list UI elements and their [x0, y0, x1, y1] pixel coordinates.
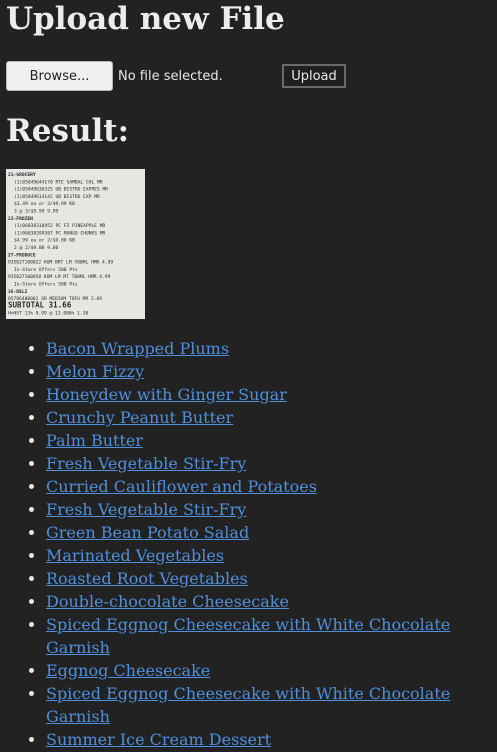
recipe-link[interactable]: Spiced Eggnog Cheesecake with White Choc…: [46, 684, 450, 726]
receipt-photo: 21-GROCERY(1)05849644170 RTE SAMBAL CHL …: [6, 169, 145, 319]
list-item: Curried Cauliflower and Potatoes: [46, 475, 491, 498]
receipt-line: $4.99 ea or 2/$9.00 KB: [14, 238, 75, 244]
list-item: Spiced Eggnog Cheesecake with White Choc…: [46, 682, 491, 728]
receipt-line: 21-GROCERY: [8, 172, 36, 178]
receipt-line: 935027100058 KOM LM MT 700ML HMR 4.99: [8, 274, 111, 280]
list-item: Double-chocolate Cheesecake: [46, 590, 491, 613]
recipe-link[interactable]: Fresh Vegetable Stir-Fry: [46, 500, 246, 519]
recipe-link[interactable]: Green Bean Potato Salad: [46, 523, 249, 542]
recipe-link[interactable]: Honeydew with Ginger Sugar: [46, 385, 287, 404]
receipt-line: H=HST 13% 9.99 @ 13.000% 1.30: [8, 311, 88, 317]
receipt-line: (1)05849636325 UB BISTRO EXPRES MR: [14, 187, 108, 193]
list-item: Honeydew with Ginger Sugar: [46, 383, 491, 406]
receipt-line: (1)06038399387 PC MANGO CHUNKS MR: [14, 230, 106, 236]
list-item: Eggnog Cheesecake: [46, 659, 491, 682]
recipe-link[interactable]: Double-chocolate Cheesecake: [46, 592, 289, 611]
recipe-link[interactable]: Bacon Wrapped Plums: [46, 339, 229, 358]
receipt-line: 3 @ 3/$9.99 9.99: [14, 209, 58, 215]
receipt-line: SUBTOTAL 31.66: [8, 300, 72, 309]
browse-button[interactable]: Browse...: [6, 61, 113, 91]
receipt-line: (1)05849614142 UB BISTRO EXP MR: [14, 194, 100, 200]
recipe-link[interactable]: Marinated Vegetables: [46, 546, 224, 565]
receipt-line: (1)05849644170 RTE SAMBAL CHL MR: [14, 179, 103, 185]
recipe-link[interactable]: Crunchy Peanut Butter: [46, 408, 233, 427]
list-item: Summer Ice Cream Dessert: [46, 728, 491, 751]
recipe-link[interactable]: Palm Butter: [46, 431, 143, 450]
file-status-text: No file selected.: [118, 68, 223, 84]
receipt-line: $3.49 ea or 3/$9.99 KB: [14, 201, 75, 207]
list-item: Fresh Vegetable Stir-Fry: [46, 452, 491, 475]
list-item: Marinated Vegetables: [46, 544, 491, 567]
receipt-line: 2 @ 2/$9.00 9.00: [14, 245, 58, 251]
receipt-line: In-Store Offers 500 Pts: [14, 267, 78, 273]
list-item: Green Bean Potato Salad: [46, 521, 491, 544]
list-item: Spiced Eggnog Cheesecake with White Choc…: [46, 613, 491, 659]
recipe-link[interactable]: Eggnog Cheesecake: [46, 661, 210, 680]
list-item: Fresh Vegetable Stir-Fry: [46, 498, 491, 521]
recipe-link[interactable]: Summer Ice Cream Dessert: [46, 730, 271, 749]
list-item: Palm Butter: [46, 429, 491, 452]
list-item: Roasted Root Vegetables: [46, 567, 491, 590]
page: Upload new File Browse... No file select…: [0, 0, 497, 752]
receipt-line: (1)06038318452 PC FZ PINEAPPLE MR: [14, 223, 106, 229]
recipe-link[interactable]: Melon Fizzy: [46, 362, 144, 381]
recipe-list: Bacon Wrapped Plums Melon Fizzy Honeydew w…: [6, 337, 491, 752]
page-title: Upload new File: [6, 1, 285, 37]
receipt-line: 27-PRODUCE: [8, 252, 36, 258]
receipt-image: 21-GROCERY (1)05849644170 RTE SAMBAL CHL …: [6, 169, 145, 319]
list-item: Crunchy Peanut Butter: [46, 406, 491, 429]
receipt-line: In-Store Offers 500 Pts: [14, 282, 78, 288]
upload-form: Browse... No file selected. Upload: [6, 61, 491, 91]
recipe-link[interactable]: Spiced Eggnog Cheesecake with White Choc…: [46, 615, 450, 657]
upload-button[interactable]: Upload: [282, 64, 346, 88]
receipt-line: 935027100022 KOM BRT LM 700ML HMR 4.99: [8, 260, 113, 266]
recipe-link[interactable]: Fresh Vegetable Stir-Fry: [46, 454, 246, 473]
recipe-link[interactable]: Curried Cauliflower and Potatoes: [46, 477, 317, 496]
list-item: Melon Fizzy: [46, 360, 491, 383]
list-item: Bacon Wrapped Plums: [46, 337, 491, 360]
recipe-link[interactable]: Roasted Root Vegetables: [46, 569, 248, 588]
result-heading: Result:: [6, 113, 130, 149]
receipt-line: 35-DELI: [8, 289, 28, 295]
receipt-line: 23-FROZEN: [8, 216, 33, 222]
